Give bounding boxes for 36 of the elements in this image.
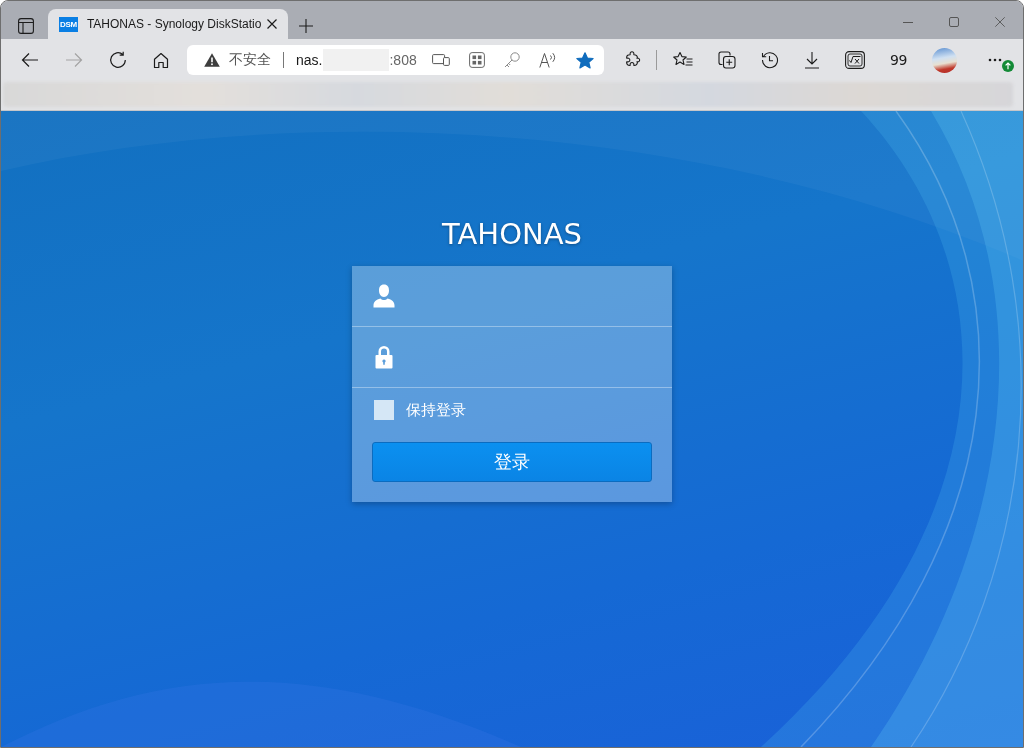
lock-icon [373, 345, 395, 369]
refresh-icon[interactable] [109, 51, 127, 69]
favorite-star-icon[interactable] [576, 51, 594, 69]
read-aloud-icon[interactable] [539, 52, 557, 68]
remember-label: 保持登录 [406, 400, 466, 420]
puzzle-piece-icon[interactable] [623, 51, 641, 69]
close-tab-icon[interactable] [267, 19, 277, 29]
person-icon [373, 284, 395, 308]
home-icon[interactable] [153, 51, 169, 69]
collections-icon[interactable] [718, 51, 736, 69]
address-bar[interactable]: 不安全 nas. :808 [187, 45, 604, 75]
device-icon[interactable] [432, 54, 450, 66]
more-menu-icon[interactable] [987, 58, 1002, 62]
favicon-logo: DSM [59, 16, 78, 32]
minimize-icon[interactable] [903, 21, 913, 23]
download-icon[interactable] [804, 51, 820, 69]
favorites-list-icon[interactable] [673, 51, 693, 69]
close-window-icon[interactable] [995, 17, 1005, 27]
grid-icon[interactable] [469, 52, 485, 68]
history-icon[interactable] [761, 51, 779, 69]
site-title: TAHONAS [442, 216, 582, 252]
extension-label[interactable]: 99 [890, 52, 907, 68]
browser-tab[interactable]: DSM TAHONAS - Synology DiskStatio [48, 9, 288, 39]
login-button[interactable]: 登录 [372, 442, 652, 482]
remember-checkbox[interactable] [374, 400, 394, 420]
warning-icon[interactable] [204, 53, 220, 67]
key-icon[interactable] [504, 52, 520, 68]
new-tab-icon[interactable] [299, 19, 313, 33]
tab-actions-icon[interactable] [18, 18, 34, 34]
profile-avatar-icon[interactable] [931, 47, 957, 73]
url-port-text: :808 [389, 52, 417, 68]
security-label[interactable]: 不安全 [229, 51, 271, 69]
back-arrow-icon[interactable] [21, 52, 39, 68]
url-host-text: nas. [296, 52, 323, 68]
maximize-icon[interactable] [949, 17, 959, 27]
math-solver-icon[interactable] [845, 51, 865, 69]
